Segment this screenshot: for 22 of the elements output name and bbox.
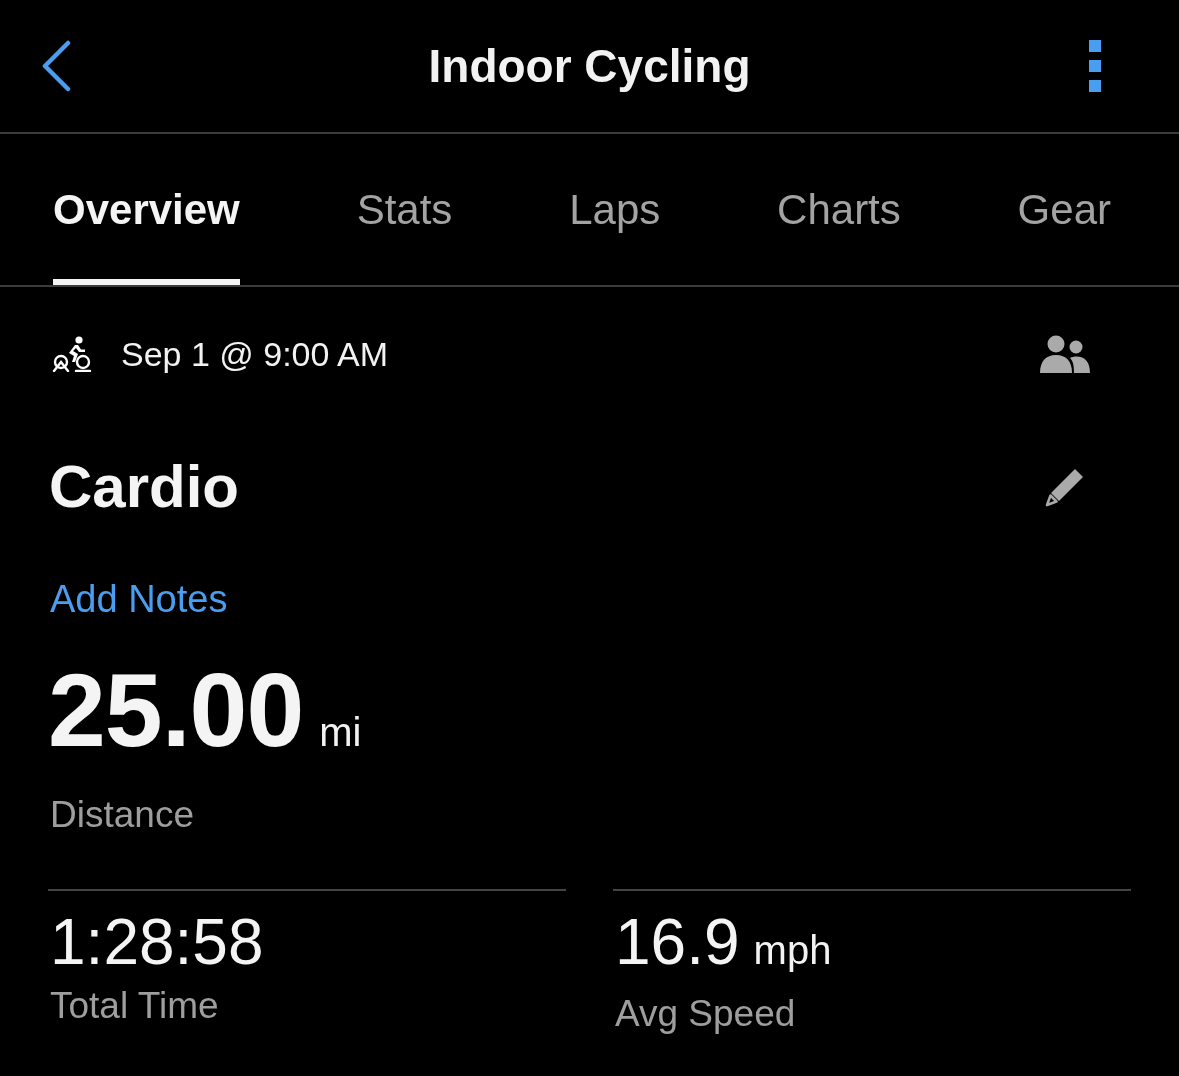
- tab[interactable]: Overview: [53, 134, 240, 285]
- stat-label: Avg Speed: [615, 992, 797, 1036]
- distance-unit: mi: [319, 709, 362, 756]
- tab[interactable]: Laps: [569, 134, 661, 285]
- activity-date: Sep 1 @ 9:00 AM: [121, 334, 389, 374]
- activity-name: Cardio: [49, 452, 240, 522]
- distance-value: 25.00: [48, 657, 304, 763]
- stat-value: 1:28:58: [50, 906, 264, 978]
- back-icon[interactable]: [40, 40, 72, 92]
- cyclist-icon: [52, 336, 92, 372]
- add-notes-link[interactable]: Add Notes: [50, 576, 228, 622]
- stat-unit: mph: [753, 927, 832, 974]
- stat-value: 16.9: [615, 906, 740, 978]
- people-icon[interactable]: [1039, 335, 1091, 373]
- tab[interactable]: Stats: [356, 134, 453, 285]
- stat-label: Total Time: [50, 984, 220, 1028]
- screen-title: Indoor Cycling: [428, 39, 751, 94]
- tab[interactable]: Gear: [1017, 134, 1111, 285]
- pencil-icon[interactable]: [1045, 467, 1085, 507]
- distance-label: Distance: [50, 793, 194, 837]
- more-icon[interactable]: [1089, 40, 1101, 92]
- tab[interactable]: Charts: [777, 134, 901, 285]
